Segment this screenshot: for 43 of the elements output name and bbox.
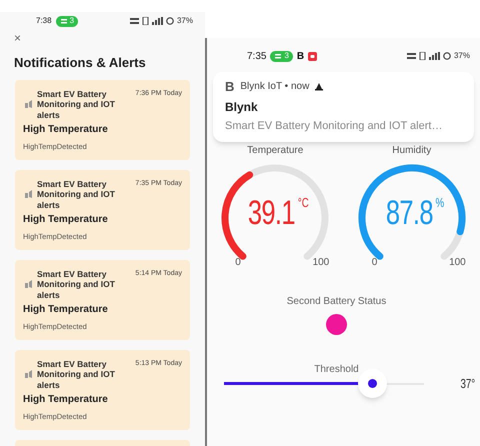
notification-banner[interactable]: B Blynk IoT • now Blynk Smart EV Battery Monitoring and IOT alert…	[213, 72, 474, 142]
call-badge: 3	[56, 16, 78, 26]
close-button[interactable]: ×	[14, 32, 22, 44]
app-icon	[23, 99, 33, 110]
gauge-max: 100	[449, 256, 466, 270]
notification-title: High Temperature	[23, 123, 109, 137]
status-time: 7:35	[247, 50, 266, 64]
gauge-value: 39.1	[247, 196, 294, 230]
battery-percent: 37%	[454, 50, 470, 62]
led-label: Second Battery Status	[286, 294, 386, 308]
call-badge: 3	[270, 50, 293, 62]
record-icon	[308, 52, 318, 60]
banner-text: Smart EV Battery Monitoring and IOT alert…	[225, 119, 444, 134]
app-name: Smart EV Battery Monitoring and IOT alerts	[37, 358, 116, 390]
slider-label: Threshold	[314, 362, 359, 376]
app-icon	[23, 369, 33, 380]
gauge-max: 100	[312, 256, 330, 270]
banner-app: Blynk IoT • now	[240, 80, 310, 94]
app-letter: B	[296, 50, 304, 64]
status-time: 7:38	[36, 15, 52, 27]
app-name: Smart EV Battery Monitoring and IOT alerts	[37, 178, 116, 210]
gauge-unit: °C	[298, 196, 310, 208]
gauge-value: 87.8	[385, 196, 432, 230]
slider-value: 37°	[460, 374, 476, 393]
signal-icon	[152, 17, 163, 25]
notification-title: High Temperature	[23, 303, 109, 317]
app-icon	[23, 279, 33, 290]
gauge-min: 0	[372, 256, 378, 270]
gauge-min: 0	[235, 256, 241, 270]
screen-title: Notifications & Alerts	[14, 54, 147, 72]
battery-percent: 37%	[176, 15, 193, 27]
app-logo: B	[225, 80, 234, 93]
gauge-unit: %	[436, 196, 444, 208]
gauge-label: Temperature	[247, 144, 304, 158]
banner-title: Blynk	[225, 99, 259, 116]
app-name: Smart EV Battery Monitoring and IOT alerts	[37, 268, 116, 300]
notification-title: High Temperature	[23, 393, 109, 407]
gauge-label: Humidity	[392, 144, 432, 158]
notification-title: High Temperature	[23, 213, 109, 227]
signal-icon	[428, 52, 440, 60]
slider-thumb[interactable]	[358, 368, 387, 398]
app-name: Smart EV Battery Monitoring and IOT alerts	[37, 88, 116, 120]
app-icon	[23, 189, 33, 200]
